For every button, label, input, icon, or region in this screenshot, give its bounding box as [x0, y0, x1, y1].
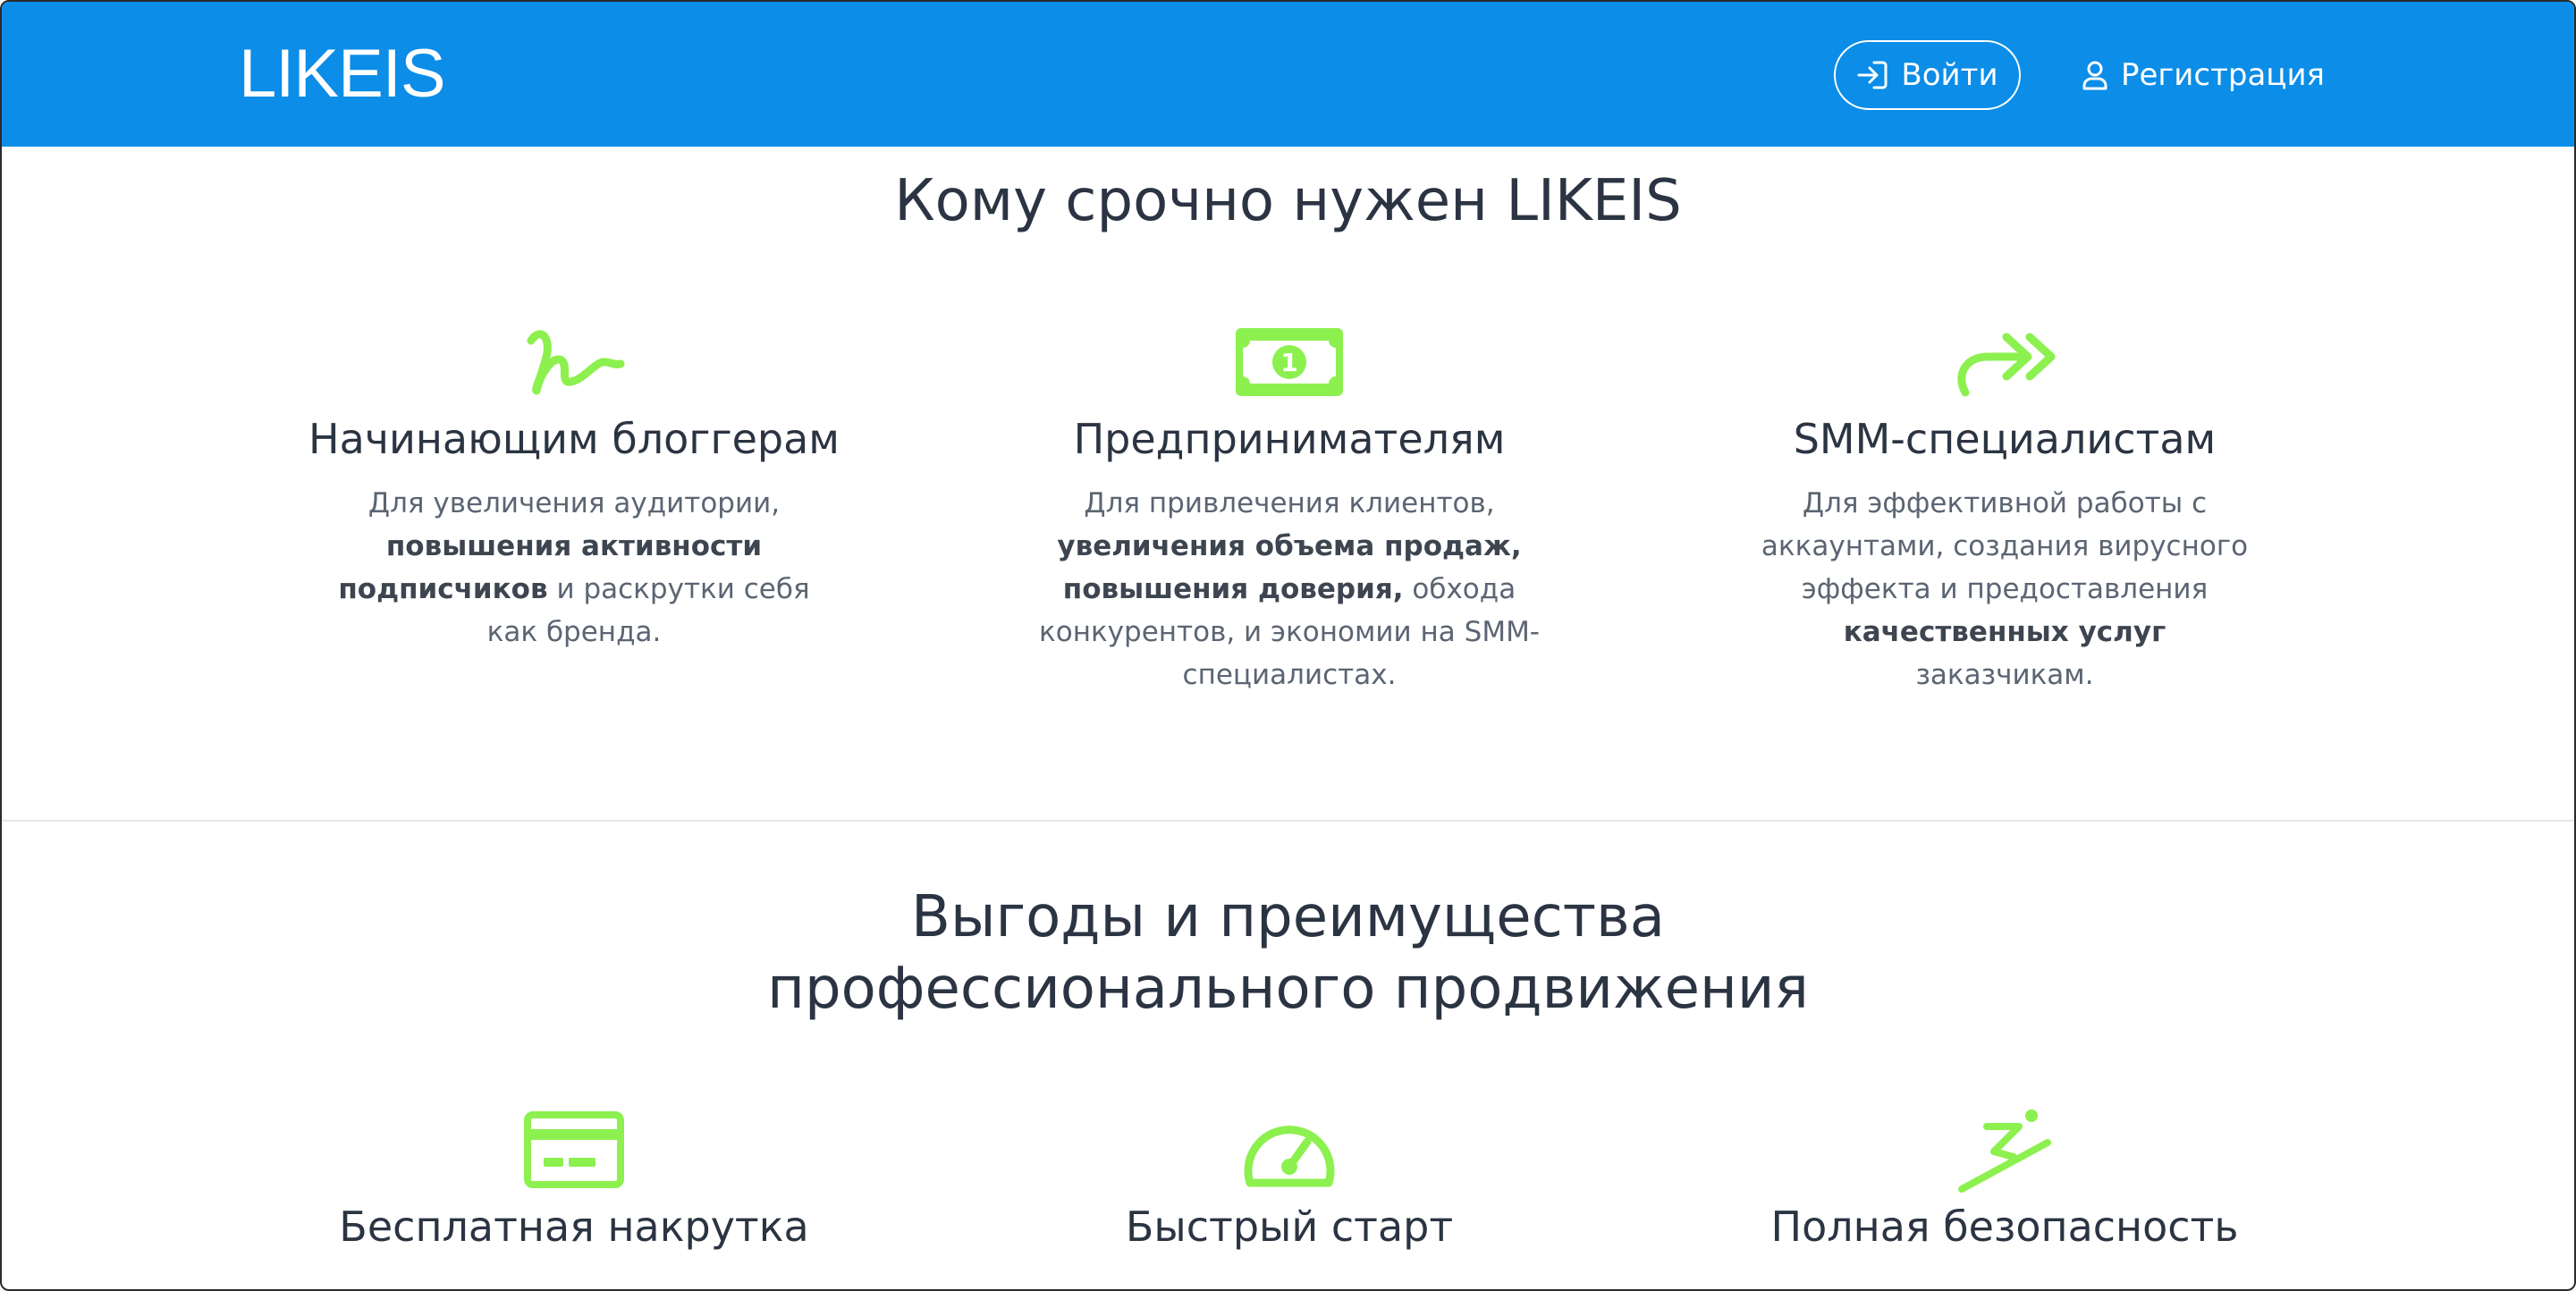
- login-label: Войти: [1901, 57, 1998, 93]
- audience-description: Для эффективной работы с аккаунтами, соз…: [1754, 482, 2255, 696]
- register-label: Регистрация: [2121, 57, 2325, 93]
- ski-jump-icon: [1947, 1107, 2063, 1193]
- login-button[interactable]: Войти: [1834, 40, 2021, 110]
- audience-description: Для привлечения клиентов, увеличения объ…: [1039, 482, 1540, 696]
- money-bill-icon: 1: [1231, 319, 1347, 405]
- description-text: Для привлечения клиентов,: [1084, 487, 1495, 519]
- signature-icon: [516, 319, 632, 405]
- logo[interactable]: LIKEIS: [239, 34, 446, 114]
- description-text: Для увеличения аудитории,: [367, 487, 781, 519]
- description-text: Для эффективной работы с аккаунтами, соз…: [1761, 487, 2249, 605]
- login-icon: [1856, 60, 1888, 90]
- benefit-item-free: Бесплатная накрутка: [306, 1107, 842, 1253]
- audience-item-smm: SMM-специалистам Для эффективной работы …: [1736, 319, 2273, 696]
- description-bold-text: качественных услуг: [1843, 616, 2166, 648]
- benefit-heading: Полная безопасность: [1770, 1202, 2239, 1251]
- section-divider: [2, 820, 2574, 822]
- audience-item-bloggers: Начинающим блоггерам Для увеличения ауди…: [306, 319, 842, 654]
- browser-viewport: LIKEIS Войти Регистрация Кому срочно нуж…: [0, 0, 2576, 1291]
- audience-heading: Предпринимателям: [1073, 415, 1506, 463]
- credit-card-icon: [516, 1107, 632, 1193]
- audience-section-title: Кому срочно нужен LIKEIS: [894, 168, 1682, 234]
- share-forward-icon: [1947, 319, 2063, 405]
- audience-heading: SMM-специалистам: [1793, 415, 2217, 463]
- audience-description: Для увеличения аудитории, повышения акти…: [324, 482, 824, 654]
- benefit-item-fast-start: Быстрый старт: [1021, 1107, 1558, 1253]
- benefits-section-title: Выгоды и преимущества профессионального …: [2, 882, 2574, 1025]
- register-button[interactable]: Регистрация: [2082, 40, 2325, 110]
- benefits-title-line1: Выгоды и преимущества: [911, 884, 1665, 950]
- benefit-heading: Быстрый старт: [1125, 1202, 1454, 1251]
- benefit-heading: Бесплатная накрутка: [339, 1202, 809, 1251]
- user-icon: [2082, 60, 2108, 90]
- speedometer-icon: [1231, 1107, 1347, 1193]
- benefit-item-security: Полная безопасность: [1736, 1107, 2273, 1253]
- svg-text:1: 1: [1280, 348, 1297, 377]
- description-text: заказчикам.: [1915, 659, 2094, 691]
- benefits-title-line2: профессионального продвижения: [767, 956, 1809, 1022]
- audience-heading: Начинающим блоггерам: [308, 415, 840, 463]
- audience-item-entrepreneurs: 1 Предпринимателям Для привлечения клиен…: [1021, 319, 1558, 696]
- top-navbar: LIKEIS Войти Регистрация: [2, 2, 2574, 147]
